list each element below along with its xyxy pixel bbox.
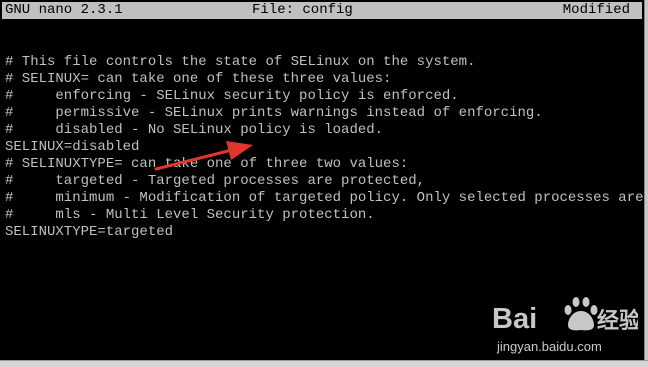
window-right-border (644, 0, 648, 367)
editor-line[interactable]: # SELINUX= can take one of these three v… (5, 71, 644, 88)
editor-line[interactable]: # targeted - Targeted processes are prot… (5, 173, 644, 190)
editor-line[interactable]: # This file controls the state of SELinu… (5, 54, 644, 71)
window-bottom-border (0, 360, 648, 367)
modified-status-label: Modified (562, 2, 630, 18)
nano-title-bar: GNU nano 2.3.1 File: config Modified (2, 2, 642, 19)
editor-line[interactable]: # mls - Multi Level Security protection. (5, 207, 644, 224)
editor-line[interactable]: # SELINUXTYPE= can take one of three two… (5, 156, 644, 173)
editor-text-area[interactable]: # This file controls the state of SELinu… (5, 54, 644, 241)
file-name-label: File: config (252, 2, 353, 18)
selinuxtype-setting-line[interactable]: SELINUXTYPE=targeted (5, 224, 644, 241)
editor-line[interactable]: # minimum - Modification of targeted pol… (5, 190, 644, 207)
watermark-brand-text: Bai (492, 303, 537, 335)
watermark-brand-suffix: 经验 (597, 308, 638, 334)
terminal-screen[interactable]: GNU nano 2.3.1 File: config Modified # T… (0, 0, 644, 360)
terminal-window: GNU nano 2.3.1 File: config Modified # T… (0, 0, 648, 367)
baidu-jingyan-watermark: Bai 经验 jingyan.baidu.com (492, 290, 641, 356)
selinux-setting-line[interactable]: SELINUX=disabled (5, 139, 644, 156)
watermark-site-text: jingyan.baidu.com (496, 339, 602, 354)
editor-line[interactable]: # enforcing - SELinux security policy is… (5, 88, 644, 105)
nano-version-label: GNU nano 2.3.1 (5, 2, 123, 18)
editor-line[interactable]: # permissive - SELinux prints warnings i… (5, 105, 644, 122)
baidu-paw-logo-icon: Bai 经验 jingyan.baidu.com (492, 297, 641, 354)
editor-line[interactable]: # disabled - No SELinux policy is loaded… (5, 122, 644, 139)
